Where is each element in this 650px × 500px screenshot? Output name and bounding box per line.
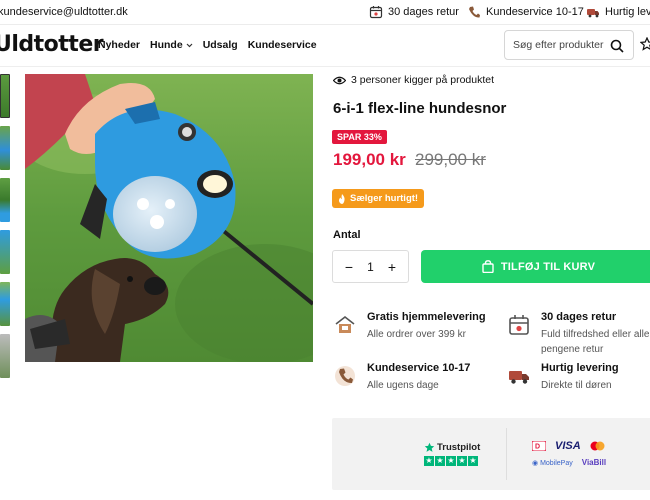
selling-fast-label: Sælger hurtigt! — [350, 193, 419, 204]
eye-icon — [333, 76, 346, 84]
usp-label: Kundeservice 10-17 — [486, 6, 584, 18]
selling-fast-badge: Sælger hurtigt! — [332, 189, 425, 208]
search-box — [504, 30, 634, 60]
delivery-truck-icon — [587, 9, 599, 18]
chevron-down-icon — [186, 43, 193, 47]
product-main-image[interactable] — [25, 74, 313, 362]
feature-title: Kundeservice 10-17 — [367, 362, 471, 374]
viewers-text: 3 personer kigger på produktet — [351, 74, 495, 86]
quantity-stepper: − 1 + — [332, 250, 409, 283]
sale-price: 199,00 kr — [333, 150, 406, 169]
nav-item-nyheder[interactable]: Nyheder — [98, 39, 140, 51]
thumbnail-image[interactable] — [0, 178, 10, 222]
viabill-logo: ViaBill — [581, 458, 607, 467]
product-photo — [25, 74, 313, 362]
feature-fast-delivery: Hurtig levering Direkte til døren — [507, 362, 619, 393]
contact-email[interactable]: kundeservice@uldtotter.dk — [0, 6, 128, 18]
thumbnail-strip — [0, 74, 11, 386]
search-input[interactable] — [513, 39, 608, 51]
trustpilot-rating-stars: ★ ★ ★ ★ ★ — [424, 456, 478, 466]
mastercard-logo-icon — [590, 441, 605, 451]
calendar-return-icon — [509, 315, 529, 335]
mobilepay-logo: ◉ MobilePay — [532, 459, 573, 467]
site-logo[interactable]: Uldtotter — [0, 32, 104, 57]
thumbnail-image[interactable] — [0, 126, 10, 170]
site-header: Uldtotter Nyheder Hunde Udsalg Kundeserv… — [0, 25, 650, 67]
usp-return: 30 dages retur — [369, 5, 459, 19]
top-bar: kundeservice@uldtotter.dk 30 dages retur… — [0, 0, 650, 25]
quantity-decrease-button[interactable]: − — [342, 259, 356, 275]
usp-label: Hurtig levering — [605, 6, 650, 18]
phone-support-icon — [469, 6, 480, 18]
feature-return: 30 dages retur Fuld tilfredshed eller al… — [507, 311, 650, 357]
phone-support-icon — [335, 366, 355, 386]
add-to-cart-label: TILFØJ TIL KURV — [500, 260, 596, 273]
shopping-bag-icon — [482, 260, 494, 273]
feature-subtitle: Direkte til døren — [541, 380, 612, 391]
flame-icon — [338, 193, 345, 204]
thumbnail-image[interactable] — [0, 334, 10, 378]
feature-title: 30 dages retur — [541, 311, 617, 323]
add-to-cart-button[interactable]: TILFØJ TIL KURV — [421, 250, 650, 283]
home-delivery-icon — [335, 315, 355, 333]
trustpilot-label: Trustpilot — [437, 442, 481, 453]
original-price: 299,00 kr — [415, 150, 486, 169]
nav-item-label: Hunde — [150, 39, 183, 51]
nav-item-udsalg[interactable]: Udsalg — [203, 39, 238, 51]
usp-delivery: Hurtig levering — [586, 5, 650, 19]
quantity-value[interactable]: 1 — [367, 260, 374, 274]
usp-label: 30 dages retur — [388, 6, 459, 18]
thumbnail-image[interactable] — [0, 230, 10, 274]
svg-text:D: D — [535, 444, 540, 451]
nav-item-kundeservice[interactable]: Kundeservice — [248, 39, 317, 51]
trustpilot-star-icon — [424, 442, 435, 452]
trustpilot-widget[interactable]: Trustpilot ★ ★ ★ ★ ★ — [424, 442, 480, 466]
trust-box: Trustpilot ★ ★ ★ ★ ★ D VISA ◉ MobilePay ViaB… — [332, 418, 650, 490]
thumbnail-image[interactable] — [0, 74, 10, 118]
viewers-notice: 3 personer kigger på produktet — [333, 74, 494, 86]
nav-item-hunde[interactable]: Hunde — [150, 39, 193, 51]
divider — [506, 428, 507, 480]
usp-support: Kundeservice 10-17 — [467, 5, 584, 19]
feature-subtitle: Fuld tilfredshed eller alle pengene retu… — [541, 329, 650, 355]
thumbnail-image[interactable] — [0, 282, 10, 326]
dankort-logo-icon: D — [532, 441, 546, 451]
payment-methods: D VISA ◉ MobilePay ViaBill — [532, 440, 606, 473]
product-title: 6-i-1 flex-line hundesnor — [333, 100, 507, 117]
delivery-truck-icon — [509, 371, 529, 384]
quantity-label: Antal — [333, 229, 361, 241]
feature-subtitle: Alle ugens dage — [367, 380, 439, 391]
feature-subtitle: Alle ordrer over 399 kr — [367, 329, 466, 340]
feature-title: Hurtig levering — [541, 362, 619, 374]
visa-logo: VISA — [555, 440, 581, 452]
feature-free-delivery: Gratis hjemmelevering Alle ordrer over 3… — [333, 311, 486, 342]
wishlist-star-icon[interactable] — [640, 37, 650, 51]
search-icon[interactable] — [610, 39, 624, 53]
discount-badge: SPAR 33% — [332, 130, 387, 144]
feature-title: Gratis hjemmelevering — [367, 311, 486, 323]
main-nav: Nyheder Hunde Udsalg Kundeservice — [98, 39, 317, 51]
feature-support: Kundeservice 10-17 Alle ugens dage — [333, 362, 470, 393]
calendar-return-icon — [369, 6, 383, 19]
quantity-increase-button[interactable]: + — [385, 259, 399, 275]
